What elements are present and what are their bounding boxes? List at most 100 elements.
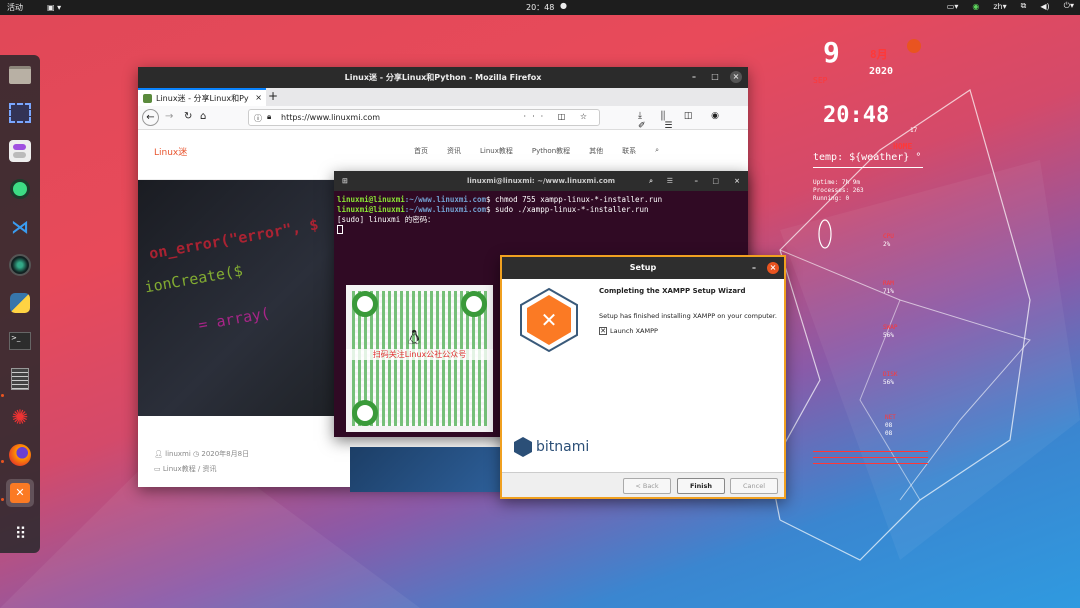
clock[interactable]: 20：48 (526, 2, 554, 13)
dock: ⋊ >_ ✺ ✕ ⠿ (0, 55, 40, 553)
new-tab-icon[interactable]: + (268, 89, 278, 103)
tux-icon: 🐧︎ (408, 325, 421, 349)
conky-month: SEP (813, 76, 828, 85)
close-icon[interactable]: × (730, 71, 742, 83)
language-selector[interactable]: zh▾ (993, 2, 1006, 11)
hero-image[interactable]: on_error("error", $ ionCreate($ = array( (138, 180, 338, 416)
power-icon[interactable]: ⏻▾ (1064, 1, 1074, 11)
minimize-icon[interactable]: – (695, 171, 699, 191)
web-icon[interactable]: ✺ (6, 403, 34, 431)
ram-value: 71% (883, 288, 894, 295)
search-icon[interactable]: ⌕ (655, 146, 659, 156)
xampp-logo-icon: ✕ (520, 287, 578, 353)
site-menu: 首页 资讯 Linux教程 Python教程 其他 联系 ⌕ (414, 146, 659, 156)
terminal-titlebar[interactable]: ⊞ linuxmi@linuxmi: ~/www.linuxmi.com ⌕ ☰… (334, 171, 748, 191)
close-icon[interactable]: × (767, 262, 779, 274)
menu-item-contact[interactable]: 联系 (622, 146, 636, 156)
xampp-icon[interactable]: ✕ (6, 479, 34, 507)
status-icon[interactable]: ◉ (972, 2, 979, 11)
reload-icon[interactable]: ↻ (184, 111, 192, 122)
volume-icon[interactable]: ◀) (1040, 2, 1049, 11)
lens-icon[interactable] (6, 251, 34, 279)
conky-uptime: Uptime: 7h 9m (813, 179, 860, 186)
terminal-title: linuxmi@linuxmi: ~/www.linuxmi.com (466, 177, 616, 185)
window-title: Linux迷 - 分享Linux和Python - Mozilla Firefo… (344, 73, 542, 82)
close-icon[interactable]: × (734, 171, 740, 191)
menu-item-python[interactable]: Python教程 (532, 146, 570, 156)
disk-label: DISK (883, 371, 898, 378)
bitnami-logo: bitnami (514, 437, 589, 457)
terminal-icon[interactable]: >_ (6, 327, 34, 355)
android-studio-icon[interactable] (6, 175, 34, 203)
url-bar[interactable]: ⓘ 🔒︎ https://www.linuxmi.com ··· ◫ ☆ (248, 109, 600, 126)
net-label: NET (885, 414, 896, 421)
menu-item-other[interactable]: 其他 (589, 146, 603, 156)
conky-day: 9 (823, 36, 840, 69)
qr-code-image: 🐧︎ 扫码关注Linux公社公众号 (346, 285, 493, 432)
notification-dot-icon: ● (560, 1, 567, 10)
setup-heading: Completing the XAMPP Setup Wizard (599, 287, 746, 295)
grid-icon[interactable]: ⠿ (6, 519, 34, 547)
display-icon[interactable]: ▭▾ (947, 2, 959, 11)
prompt-path: :~/www.linuxmi.com (404, 195, 487, 204)
app-menu-icon[interactable]: ▣ ▾ (47, 3, 61, 12)
checkbox-icon[interactable]: ✕ (599, 327, 607, 335)
post-category[interactable]: Linux教程 / 资讯 (163, 465, 217, 473)
vscode-icon[interactable]: ⋊ (6, 213, 34, 241)
finish-button[interactable]: Finish (677, 478, 725, 494)
svg-text:✕: ✕ (541, 308, 558, 332)
conky-processes: Processes: 263 (813, 187, 864, 194)
activities-button[interactable]: 活动 (7, 2, 23, 13)
ubuntu-icon (907, 39, 921, 53)
url-text: https://www.linuxmi.com (281, 113, 381, 122)
info-icon[interactable]: ⓘ (254, 113, 262, 124)
setup-titlebar[interactable]: Setup – × (502, 257, 784, 279)
firefox-titlebar[interactable]: Linux迷 - 分享Linux和Python - Mozilla Firefo… (138, 67, 748, 88)
conky-seconds: 17 (910, 127, 918, 134)
minimize-icon[interactable]: – (688, 71, 700, 83)
back-icon[interactable]: ← (142, 109, 159, 126)
minimize-icon[interactable]: – (752, 257, 756, 279)
bitnami-icon (514, 437, 532, 457)
menu-item-news[interactable]: 资讯 (447, 146, 461, 156)
maximize-icon[interactable]: □ (709, 71, 721, 83)
screenshot-icon[interactable] (6, 99, 34, 127)
post-author[interactable]: linuxmi (165, 450, 191, 458)
conky-temp: temp: ${weather} ° (813, 152, 922, 163)
net-value-2: 08 (885, 430, 893, 437)
launch-label: Launch XAMPP (610, 327, 658, 335)
running-indicator (1, 394, 4, 397)
python-icon[interactable] (6, 289, 34, 317)
calculator-icon[interactable] (6, 365, 34, 393)
page-actions-icon[interactable]: ··· ◫ ☆ (524, 112, 593, 121)
swap-label: SWAP (883, 324, 898, 331)
favicon-icon (143, 94, 152, 103)
conky-home: HOME (893, 142, 913, 151)
maximize-icon[interactable]: □ (712, 171, 719, 191)
disk-value: 56% (883, 379, 894, 386)
close-tab-icon[interactable]: × (255, 93, 262, 102)
toolbar-icons[interactable]: ⤓ ⫼ ◫ ◉ ✐ ☰ (638, 111, 748, 131)
tab-label: Linux迷 - 分享Linux和Py (156, 94, 249, 103)
forward-icon[interactable]: → (165, 111, 173, 122)
back-button[interactable]: < Back (623, 478, 671, 494)
menu-item-home[interactable]: 首页 (414, 146, 428, 156)
menu-item-linux[interactable]: Linux教程 (480, 146, 513, 156)
search-icon[interactable]: ⌕ (649, 171, 653, 191)
new-tab-icon[interactable]: ⊞ (342, 171, 348, 191)
tab-strip: Linux迷 - 分享Linux和Py × + (138, 88, 748, 106)
firefox-icon[interactable] (6, 441, 34, 469)
network-icon[interactable]: ⧉ (1021, 1, 1027, 11)
site-logo[interactable]: Linux迷 (154, 145, 187, 158)
conky-footer-lines (813, 446, 928, 464)
home-icon[interactable]: ⌂ (200, 111, 206, 122)
folder-icon[interactable] (6, 61, 34, 89)
ram-label: RAM (883, 280, 894, 287)
launch-xampp-checkbox[interactable]: ✕ Launch XAMPP (599, 327, 658, 335)
cancel-button[interactable]: Cancel (730, 478, 778, 494)
menu-icon[interactable]: ☰ (667, 171, 673, 191)
cursor (337, 225, 343, 234)
tab-linuxmi[interactable]: Linux迷 - 分享Linux和Py × (138, 88, 266, 106)
conky-year: 2020 (869, 66, 894, 77)
toggle-icon[interactable] (6, 137, 34, 165)
